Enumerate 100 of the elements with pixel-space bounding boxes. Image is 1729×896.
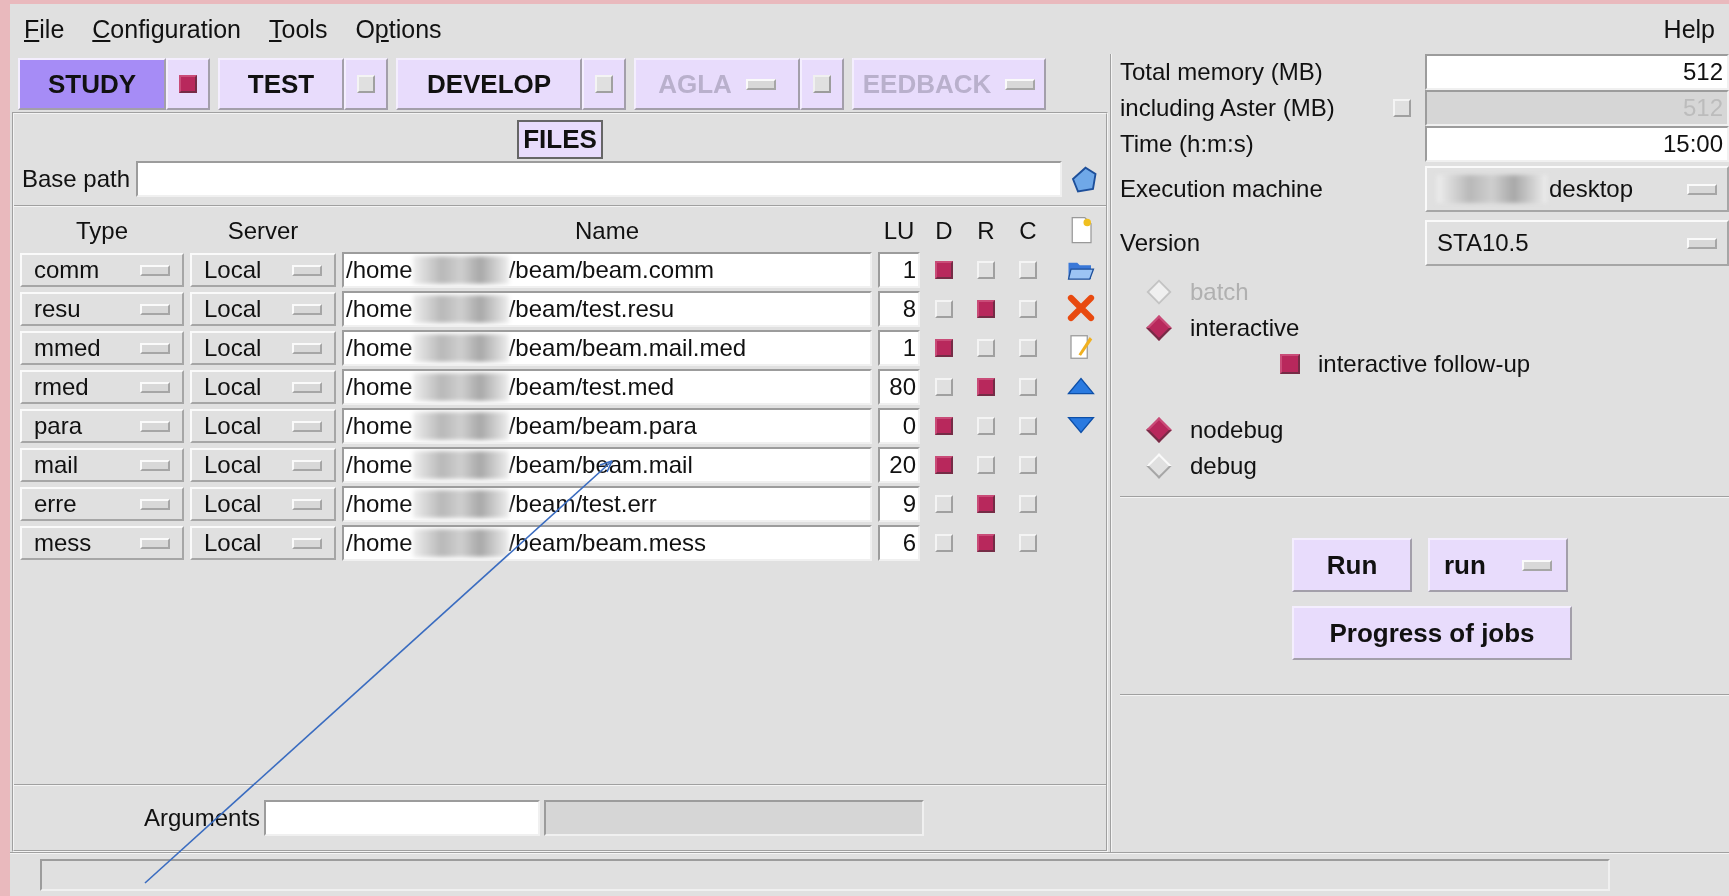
run-button[interactable]: Run (1292, 538, 1412, 592)
dropdown-indicator-icon (292, 459, 322, 471)
data-checkbox[interactable] (935, 339, 953, 357)
compress-checkbox[interactable] (1019, 417, 1037, 435)
compress-checkbox[interactable] (1019, 378, 1037, 396)
server-dropdown[interactable]: Local (190, 487, 336, 521)
server-dropdown[interactable]: Local (190, 448, 336, 482)
result-checkbox[interactable] (977, 495, 995, 513)
unit-field[interactable]: 80 (878, 369, 920, 405)
type-dropdown[interactable]: comm (20, 253, 184, 287)
radio-label: debug (1190, 452, 1257, 480)
unit-field[interactable]: 1 (878, 252, 920, 288)
unit-field[interactable]: 20 (878, 447, 920, 483)
radio-label: nodebug (1190, 416, 1284, 444)
field-label: including Aster (MB) (1120, 94, 1336, 122)
column-header: Name (574, 217, 640, 245)
dropdown-indicator-icon (292, 537, 322, 549)
file-path-field[interactable]: /home /beam/beam.mail.med (342, 330, 872, 366)
column-header: R (976, 217, 996, 245)
type-dropdown[interactable]: mail (20, 448, 184, 482)
radio-label: interactive (1190, 314, 1300, 342)
result-checkbox[interactable] (977, 378, 995, 396)
compress-checkbox[interactable] (1019, 261, 1037, 279)
mode-button[interactable]: DEVELOP (396, 58, 582, 110)
version-dropdown[interactable]: STA10.5 (1425, 220, 1729, 266)
column-header: LU (882, 217, 916, 245)
mode-button[interactable]: TEST (218, 58, 344, 110)
progress-button[interactable]: Progress of jobs (1292, 606, 1572, 660)
dropdown-indicator-icon (140, 381, 170, 393)
menu-item[interactable]: Tools (269, 14, 328, 44)
data-checkbox[interactable] (935, 456, 953, 474)
result-checkbox[interactable] (977, 534, 995, 552)
base-path-field[interactable] (136, 161, 1062, 197)
run-mode-dropdown[interactable]: run (1428, 538, 1568, 592)
data-checkbox[interactable] (935, 261, 953, 279)
dropdown-indicator-icon (140, 420, 170, 432)
menu-item[interactable]: Help (1663, 14, 1715, 44)
menu-item[interactable]: File (24, 14, 65, 44)
column-header: Server (226, 217, 300, 245)
field-label: Execution machine (1120, 175, 1324, 203)
dropdown-indicator-icon (292, 420, 322, 432)
column-header: Type (75, 217, 129, 245)
compress-checkbox[interactable] (1019, 495, 1037, 513)
dropdown-indicator-icon (1687, 183, 1717, 195)
type-dropdown[interactable]: para (20, 409, 184, 443)
section-title: FILES (517, 120, 603, 159)
result-checkbox[interactable] (977, 300, 995, 318)
column-header: C (1018, 217, 1038, 245)
compress-checkbox[interactable] (1019, 456, 1037, 474)
server-dropdown[interactable]: Local (190, 292, 336, 326)
file-path-field[interactable]: /home /beam/beam.para (342, 408, 872, 444)
field-label: Version (1120, 229, 1202, 257)
type-dropdown[interactable]: mess (20, 526, 184, 560)
compress-checkbox[interactable] (1019, 534, 1037, 552)
memory-field[interactable]: 512 (1425, 54, 1729, 90)
delete-icon[interactable] (1066, 293, 1096, 323)
mode-checkbox[interactable] (179, 75, 197, 93)
dropdown-indicator-icon (140, 537, 170, 549)
dropdown-indicator-icon (140, 303, 170, 315)
type-dropdown[interactable]: rmed (20, 370, 184, 404)
unit-field[interactable]: 0 (878, 408, 920, 444)
file-path-field[interactable]: /home /beam/test.med (342, 369, 872, 405)
field-label: Time (h:m:s) (1120, 130, 1255, 158)
dropdown-indicator-icon (1687, 237, 1717, 249)
dropdown-indicator-icon (745, 78, 776, 90)
server-dropdown[interactable]: Local (190, 370, 336, 404)
dropdown-indicator-icon (292, 264, 322, 276)
type-dropdown[interactable]: mmed (20, 331, 184, 365)
followup-checkbox[interactable] (1280, 354, 1300, 374)
dropdown-indicator-icon (140, 342, 170, 354)
server-dropdown[interactable]: Local (190, 409, 336, 443)
dropdown-indicator-icon (292, 342, 322, 354)
compress-checkbox[interactable] (1019, 300, 1037, 318)
type-dropdown[interactable]: resu (20, 292, 184, 326)
field-label: Base path (22, 165, 131, 193)
dropdown-indicator-icon (140, 264, 170, 276)
mode-button[interactable]: STUDY (18, 58, 166, 110)
menu-item[interactable]: Options (355, 14, 442, 44)
dropdown-indicator-icon (292, 498, 322, 510)
checkbox-label: interactive follow-up (1318, 350, 1531, 378)
time-field[interactable]: 15:00 (1425, 126, 1729, 162)
dropdown-indicator-icon (1522, 559, 1552, 571)
dropdown-indicator-icon (292, 303, 322, 315)
machine-dropdown[interactable]: desktop (1425, 166, 1729, 212)
server-dropdown[interactable]: Local (190, 331, 336, 365)
column-header: D (934, 217, 954, 245)
type-dropdown[interactable]: erre (20, 487, 184, 521)
unit-field[interactable]: 9 (878, 486, 920, 522)
unit-field[interactable]: 6 (878, 525, 920, 561)
unit-field[interactable]: 8 (878, 291, 920, 327)
compress-checkbox[interactable] (1019, 339, 1037, 357)
server-dropdown[interactable]: Local (190, 526, 336, 560)
menu-item[interactable]: Configuration (92, 14, 241, 44)
file-path-field[interactable]: /home /beam/beam.comm (342, 252, 872, 288)
server-dropdown[interactable]: Local (190, 253, 336, 287)
dropdown-indicator-icon (292, 381, 322, 393)
data-checkbox[interactable] (935, 417, 953, 435)
file-path-field[interactable]: /home /beam/test.resu (342, 291, 872, 327)
unit-field[interactable]: 1 (878, 330, 920, 366)
arguments-field[interactable] (264, 800, 541, 836)
